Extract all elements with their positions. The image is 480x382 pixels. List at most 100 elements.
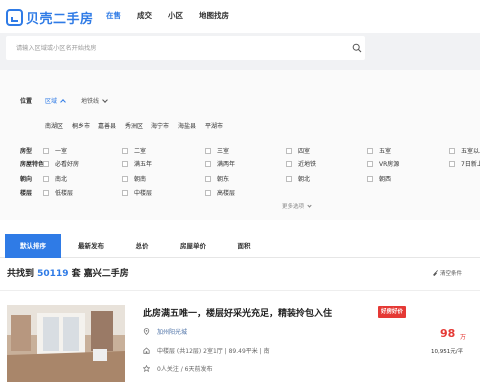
checkbox[interactable]	[367, 147, 373, 154]
tab-unit-price[interactable]: 房屋单价	[170, 234, 216, 258]
listing-title[interactable]: 此房满五唯一，楼层好采光充足，精装拎包入住	[143, 306, 332, 319]
tab-district[interactable]: 区域	[45, 96, 66, 105]
nav-item-map-search[interactable]: 地图找房	[199, 10, 229, 21]
tab-subway[interactable]: 地铁线	[81, 96, 108, 105]
feature-option[interactable]: 必看好房	[43, 159, 79, 168]
option-label: 满五年	[134, 161, 153, 168]
checkbox[interactable]	[122, 147, 128, 154]
floor-option[interactable]: 中楼层	[122, 188, 152, 197]
nav-item-sold[interactable]: 成交	[137, 10, 152, 21]
checkbox[interactable]	[367, 175, 373, 182]
district-pinghu[interactable]: 平湖市	[205, 121, 223, 130]
result-count: 50119	[37, 269, 69, 279]
follow-text: 0人关注 / 6天前发布	[157, 366, 213, 373]
chevron-up-icon	[60, 98, 66, 105]
checkbox[interactable]	[449, 160, 455, 167]
brand-name: 贝壳二手房	[26, 11, 94, 27]
orientation-option[interactable]: 朝西	[367, 174, 391, 183]
clear-filters-button[interactable]: 清空条件	[432, 269, 462, 277]
more-options-toggle[interactable]: 更多选项	[282, 202, 312, 210]
good-price-badge: 好房好价	[378, 306, 407, 318]
tab-latest[interactable]: 最新发布	[66, 234, 116, 258]
location-pin-icon	[143, 328, 150, 335]
tab-default-sort[interactable]: 默认排序	[5, 234, 61, 258]
floor-option[interactable]: 高楼层	[205, 188, 235, 197]
orientation-option[interactable]: 朝南	[122, 174, 146, 183]
search-input[interactable]	[16, 42, 336, 54]
listing-photo[interactable]	[7, 305, 125, 382]
search-icon[interactable]	[352, 43, 362, 53]
layout-option[interactable]: 五室以上	[449, 146, 480, 155]
orientation-option[interactable]: 朝北	[286, 174, 310, 183]
listing-house-info: 中楼层 (共12层) 2室1厅 | 89.49平米 | 南	[143, 346, 270, 355]
layout-option[interactable]: 二室	[122, 146, 146, 155]
checkbox[interactable]	[43, 175, 49, 182]
orientation-option[interactable]: 南北	[43, 174, 67, 183]
option-label: 五室以上	[461, 148, 480, 155]
checkbox[interactable]	[286, 147, 292, 154]
feature-label: 房屋特色	[20, 161, 45, 168]
checkbox[interactable]	[43, 189, 49, 196]
option-label: 南北	[55, 176, 68, 183]
option-label: 四室	[298, 148, 311, 155]
listing-community[interactable]: 加州阳光城	[143, 327, 187, 336]
sort-tabbar: 默认排序 最新发布 总价 房屋单价 面积	[0, 234, 480, 258]
checkbox[interactable]	[122, 160, 128, 167]
layout-label: 房型	[20, 148, 33, 155]
listing-follow-info: 0人关注 / 6天前发布	[143, 364, 212, 373]
top-header: 贝壳二手房 在售 成交 小区 地图找房	[0, 0, 480, 33]
tab-total-price[interactable]: 总价	[124, 234, 160, 258]
result-suffix: 套 嘉兴二手房	[71, 269, 129, 279]
district-jiashan[interactable]: 嘉善县	[98, 121, 116, 130]
community-name[interactable]: 加州阳光城	[157, 327, 187, 336]
checkbox[interactable]	[43, 147, 49, 154]
more-options-label: 更多选项	[282, 204, 305, 210]
filter-panel: 位置 区域 地铁线 南湖区 桐乡市 嘉善县 秀洲区 海宁市 海盐县 平湖市 房型…	[0, 70, 480, 220]
checkbox[interactable]	[122, 189, 128, 196]
checkbox[interactable]	[43, 160, 49, 167]
tab-area[interactable]: 面积	[226, 234, 262, 258]
result-summary: 共找到 50119 套 嘉兴二手房	[7, 266, 129, 279]
feature-option[interactable]: 7日新上	[449, 159, 480, 168]
orientation-option[interactable]: 朝东	[205, 174, 229, 183]
layout-option[interactable]: 一室	[43, 146, 67, 155]
brand-logo[interactable]: 贝壳二手房	[6, 7, 94, 27]
search-band	[0, 33, 480, 70]
feature-option[interactable]: 满五年	[122, 159, 152, 168]
checkbox[interactable]	[205, 160, 211, 167]
house-icon	[143, 347, 150, 354]
tab-district-label: 区域	[45, 98, 58, 105]
feature-option[interactable]: VR房源	[367, 159, 399, 168]
checkbox[interactable]	[286, 160, 292, 167]
checkbox[interactable]	[122, 175, 128, 182]
result-prefix: 共找到	[7, 269, 35, 279]
layout-option[interactable]: 五室	[367, 146, 391, 155]
district-haiyan[interactable]: 海盐县	[178, 121, 196, 130]
feature-option[interactable]: 近地铁	[286, 159, 316, 168]
total-price-unit: 万	[460, 334, 467, 341]
orientation-label: 朝向	[20, 176, 33, 183]
option-label: 二室	[134, 148, 147, 155]
section-divider	[0, 290, 480, 291]
layout-option[interactable]: 四室	[286, 146, 310, 155]
checkbox[interactable]	[205, 189, 211, 196]
checkbox[interactable]	[205, 175, 211, 182]
tab-subway-label: 地铁线	[81, 98, 100, 105]
district-haining[interactable]: 海宁市	[151, 121, 169, 130]
floor-label: 楼层	[20, 190, 33, 197]
checkbox[interactable]	[367, 160, 373, 167]
checkbox[interactable]	[449, 147, 455, 154]
checkbox[interactable]	[205, 147, 211, 154]
checkbox[interactable]	[286, 175, 292, 182]
layout-option[interactable]: 三室	[205, 146, 229, 155]
position-label: 位置	[20, 98, 33, 105]
total-price: 98	[440, 327, 456, 340]
nav-item-community[interactable]: 小区	[168, 10, 183, 21]
nav-item-on-sale[interactable]: 在售	[106, 10, 121, 21]
floor-option[interactable]: 低楼层	[43, 188, 73, 197]
district-nanhu[interactable]: 南湖区	[45, 121, 63, 130]
feature-option[interactable]: 满两年	[205, 159, 235, 168]
district-xiuzhou[interactable]: 秀洲区	[125, 121, 143, 130]
district-tongxiang[interactable]: 桐乡市	[72, 121, 90, 130]
house-info-text: 中楼层 (共12层) 2室1厅 | 89.49平米 | 南	[157, 348, 270, 355]
